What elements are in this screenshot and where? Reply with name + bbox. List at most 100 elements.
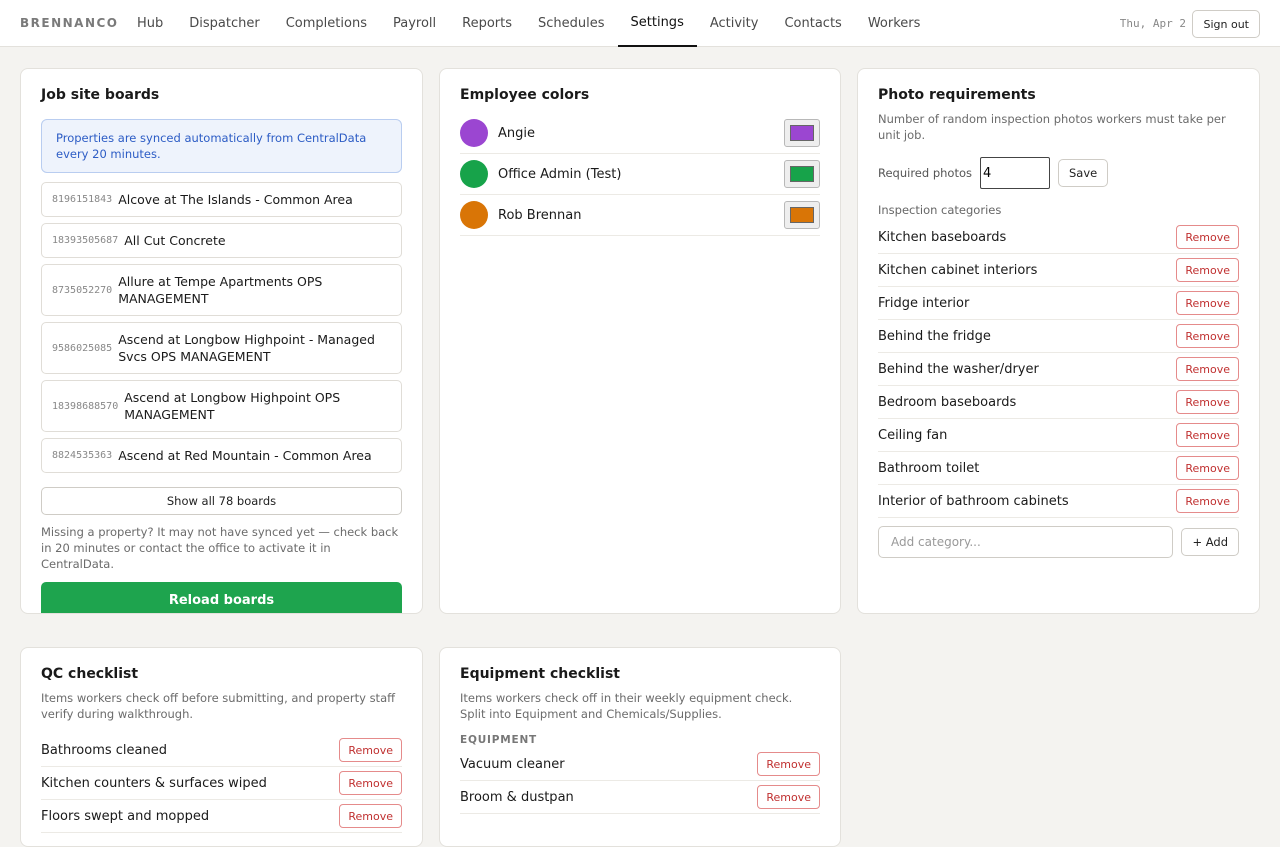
add-category-input[interactable] [878, 526, 1174, 558]
job-site-boards-title: Job site boards [41, 87, 160, 103]
required-photos-input[interactable] [980, 157, 1050, 189]
missing-property-note: Missing a property? It may not have sync… [41, 525, 399, 571]
list-item-label: Vacuum cleaner [460, 756, 565, 772]
board-item[interactable]: 8196151843 Alcove at The Islands - Common… [41, 182, 402, 217]
employee-colors-title: Employee colors [460, 87, 590, 103]
remove-button[interactable]: Remove [1176, 258, 1239, 282]
tab-activity[interactable]: Activity [697, 0, 772, 47]
board-id: 18393505687 [52, 235, 119, 246]
list-item: Vacuum cleaner Remove [460, 748, 820, 781]
employee-color-dot [460, 160, 488, 188]
remove-button[interactable]: Remove [1176, 423, 1239, 447]
equipment-checklist-card: Equipment checklist Items workers check … [439, 647, 841, 847]
equipment-list: Vacuum cleaner Remove Broom & dustpan Remov… [460, 748, 820, 814]
board-item[interactable]: 8824535363 Ascend at Red Mountain - Commo… [41, 438, 402, 473]
board-name: Allure at Tempe Apartments OPS MANAGEMEN… [118, 274, 323, 306]
color-picker-swatch [790, 166, 814, 182]
qc-checklist-title: QC checklist [41, 666, 139, 682]
list-item: Broom & dustpan Remove [460, 781, 820, 814]
list-item: Bathrooms cleaned Remove [41, 734, 402, 767]
tab-contacts[interactable]: Contacts [771, 0, 854, 47]
tab-payroll[interactable]: Payroll [380, 0, 449, 47]
sync-info-box: Properties are synced automatically from… [41, 119, 402, 173]
board-name: Ascend at Longbow Highpoint - Managed Sv… [118, 332, 375, 364]
board-item[interactable]: 18393505687 All Cut Concrete [41, 223, 402, 258]
list-item: Kitchen baseboards Remove [878, 221, 1239, 254]
remove-button[interactable]: Remove [1176, 456, 1239, 480]
list-item-label: Ceiling fan [878, 427, 948, 443]
photo-requirements-description: Number of random inspection photos worke… [878, 112, 1226, 142]
list-item: Fridge interior Remove [878, 287, 1239, 320]
tab-dispatcher[interactable]: Dispatcher [176, 0, 272, 47]
remove-button[interactable]: Remove [757, 785, 820, 809]
remove-button[interactable]: Remove [1176, 225, 1239, 249]
board-item[interactable]: 8735052270 Allure at Tempe Apartments OPS… [41, 264, 402, 316]
remove-button[interactable]: Remove [339, 804, 402, 828]
list-item-label: Fridge interior [878, 295, 970, 311]
remove-button[interactable]: Remove [339, 771, 402, 795]
remove-button[interactable]: Remove [1176, 489, 1239, 513]
inspection-category-list: Kitchen baseboards Remove Kitchen cabinet … [878, 221, 1239, 518]
list-item-label: Behind the washer/dryer [878, 361, 1039, 377]
top-nav: BRENNANCO Hub Dispatcher Completions Payrol… [0, 0, 1280, 47]
tab-settings[interactable]: Settings [617, 0, 697, 47]
job-site-boards-card: Job site boards Properties are synced au… [20, 68, 423, 614]
brand-logo[interactable]: BRENNANCO [20, 16, 119, 30]
color-picker-swatch [790, 207, 814, 223]
list-item: Behind the washer/dryer Remove [878, 353, 1239, 386]
list-item-label: Bathrooms cleaned [41, 742, 167, 758]
show-all-boards-button[interactable]: Show all 78 boards [41, 487, 402, 515]
photo-requirements-card: Photo requirements Number of random insp… [857, 68, 1260, 614]
color-picker[interactable] [784, 160, 820, 188]
board-id: 9586025085 [52, 342, 113, 354]
board-id: 8824535363 [52, 450, 113, 461]
save-button[interactable]: Save [1058, 159, 1109, 187]
list-item-label: Interior of bathroom cabinets [878, 493, 1069, 509]
photo-requirements-title: Photo requirements [878, 87, 1036, 103]
list-item: Interior of bathroom cabinets Remove [878, 485, 1239, 518]
list-item: Bedroom baseboards Remove [878, 386, 1239, 419]
equipment-checklist-description: Items workers check off in their weekly … [460, 691, 793, 721]
tab-reports[interactable]: Reports [449, 0, 525, 47]
qc-checklist-list: Bathrooms cleaned Remove Kitchen counters … [41, 734, 402, 833]
current-date: Thu, Apr 2 [1119, 17, 1186, 30]
board-item[interactable]: 9586025085 Ascend at Longbow Highpoint - … [41, 322, 402, 374]
equipment-section-label: EQUIPMENT [460, 734, 537, 746]
add-category-button[interactable]: + Add [1181, 528, 1239, 556]
sign-out-button[interactable]: Sign out [1192, 10, 1260, 38]
board-name: Alcove at The Islands - Common Area [118, 192, 353, 207]
tab-workers[interactable]: Workers [855, 0, 934, 47]
color-picker[interactable] [784, 119, 820, 147]
list-item: Ceiling fan Remove [878, 419, 1239, 452]
qc-checklist-description: Items workers check off before submittin… [41, 691, 396, 721]
list-item-label: Broom & dustpan [460, 789, 574, 805]
employee-color-dot [460, 119, 488, 147]
tab-completions[interactable]: Completions [273, 0, 380, 47]
required-photos-row: Required photos Save [878, 157, 1239, 189]
remove-button[interactable]: Remove [1176, 390, 1239, 414]
employee-color-row: Office Admin (Test) [460, 154, 820, 195]
reload-boards-button[interactable]: Reload boards [41, 582, 402, 613]
remove-button[interactable]: Remove [1176, 324, 1239, 348]
color-picker-swatch [790, 125, 814, 141]
list-item-label: Kitchen baseboards [878, 229, 1007, 245]
remove-button[interactable]: Remove [1176, 357, 1239, 381]
equipment-checklist-title: Equipment checklist [460, 666, 620, 682]
board-name: Ascend at Longbow Highpoint OPS MANAGEME… [124, 390, 341, 422]
remove-button[interactable]: Remove [757, 752, 820, 776]
remove-button[interactable]: Remove [1176, 291, 1239, 315]
employee-name: Rob Brennan [498, 207, 582, 223]
tab-hub[interactable]: Hub [124, 0, 176, 47]
tab-schedules[interactable]: Schedules [525, 0, 618, 47]
board-name: Ascend at Red Mountain - Common Area [118, 448, 372, 463]
employee-name: Angie [498, 125, 535, 141]
board-item[interactable]: 18398688570 Ascend at Longbow Highpoint O… [41, 380, 402, 432]
list-item: Bathroom toilet Remove [878, 452, 1239, 485]
employee-color-row: Angie [460, 113, 820, 154]
list-item: Floors swept and mopped Remove [41, 800, 402, 833]
list-item-label: Floors swept and mopped [41, 808, 210, 824]
employee-color-list: Angie Office Admin (Test) Rob Brennan [460, 113, 820, 236]
remove-button[interactable]: Remove [339, 738, 402, 762]
color-picker[interactable] [784, 201, 820, 229]
employee-color-dot [460, 201, 488, 229]
